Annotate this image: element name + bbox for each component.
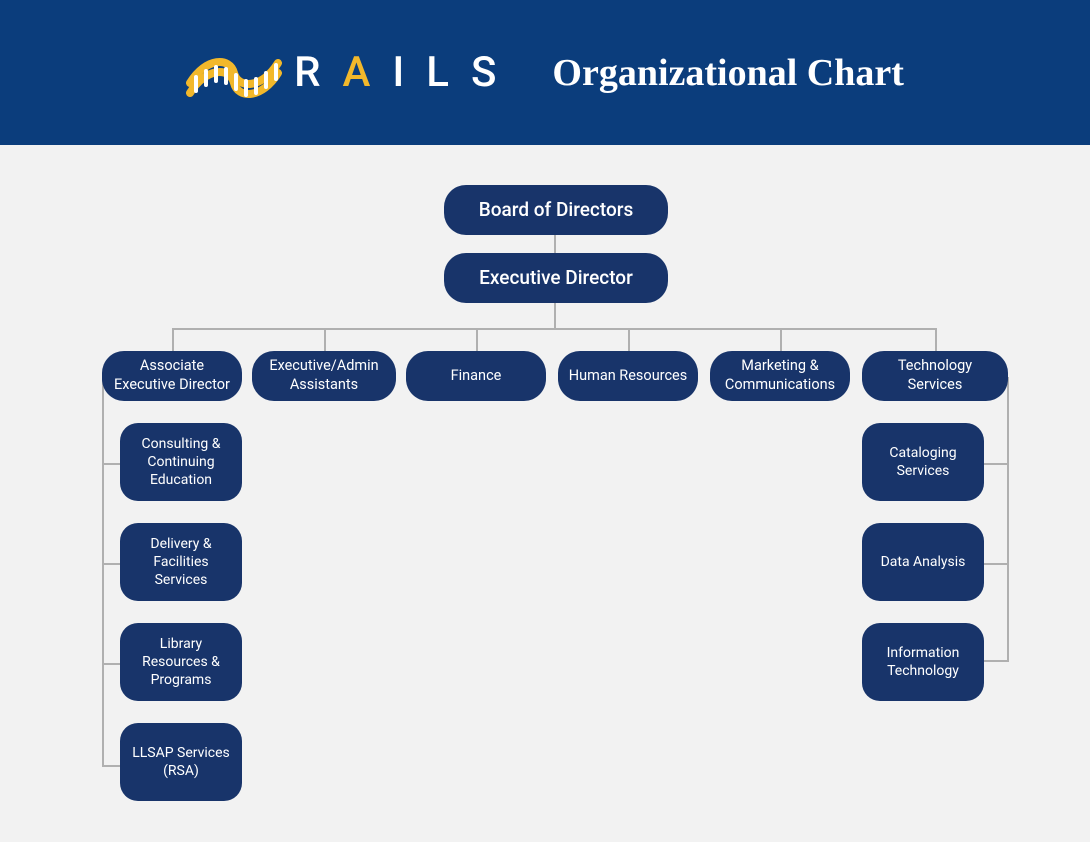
node-finance: Finance: [406, 351, 546, 401]
node-executive-admin-assistants: Executive/Admin Assistants: [252, 351, 396, 401]
brand-text-part: R: [294, 48, 342, 97]
node-data-analysis: Data Analysis: [862, 523, 984, 601]
node-cataloging-services: Cataloging Services: [862, 423, 984, 501]
node-associate-executive-director: Associate Executive Director: [102, 351, 242, 401]
brand-text-accent: A: [343, 48, 393, 97]
connector: [172, 328, 935, 330]
node-llsap-services-rsa: LLSAP Services (RSA): [120, 723, 242, 801]
node-technology-services: Technology Services: [862, 351, 1008, 401]
connector: [1007, 377, 1009, 662]
node-executive-director: Executive Director: [444, 253, 668, 303]
node-human-resources: Human Resources: [558, 351, 698, 401]
org-chart: Board of Directors Executive Director As…: [0, 145, 1090, 842]
node-information-technology: Information Technology: [862, 623, 984, 701]
connector: [554, 233, 556, 255]
connector: [102, 377, 104, 767]
node-delivery-facilities-services: Delivery & Facilities Services: [120, 523, 242, 601]
logo: RAILS: [186, 47, 518, 99]
node-marketing-communications: Marketing & Communications: [710, 351, 850, 401]
brand-text: RAILS: [294, 48, 518, 97]
node-library-resources-programs: Library Resources & Programs: [120, 623, 242, 701]
rails-track-icon: [186, 47, 282, 99]
connector: [983, 563, 1009, 565]
brand-text-part: ILS: [392, 48, 518, 97]
header: RAILS Organizational Chart: [0, 0, 1090, 145]
connector: [554, 300, 556, 328]
connector: [983, 463, 1009, 465]
connector: [983, 660, 1009, 662]
node-board-of-directors: Board of Directors: [444, 185, 668, 235]
page-title: Organizational Chart: [552, 51, 903, 95]
node-consulting-continuing-education: Consulting & Continuing Education: [120, 423, 242, 501]
